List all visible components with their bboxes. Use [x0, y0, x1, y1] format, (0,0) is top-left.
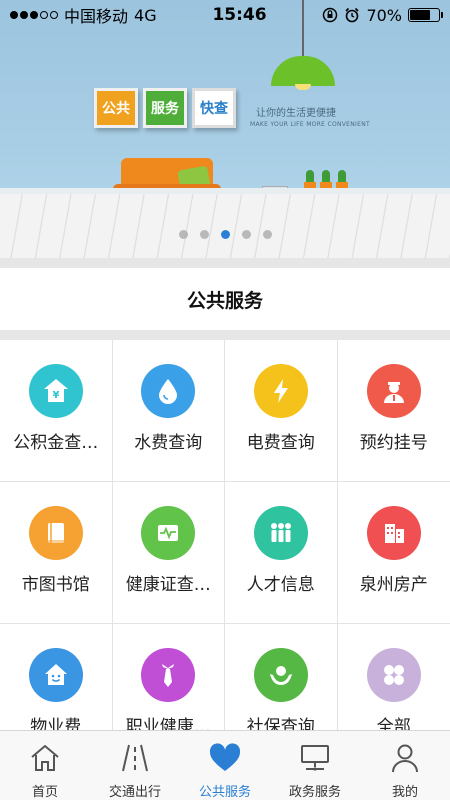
battery-percent: 70% [366, 5, 402, 25]
water-drop-icon [141, 364, 196, 418]
health-certificate-icon [141, 506, 196, 560]
banner-slogan: 让你的生活更便捷 [256, 108, 336, 119]
service-item-occupational-health[interactable]: 职业健康… [113, 624, 225, 730]
service-item-all[interactable]: 全部 [338, 624, 450, 730]
section-title: 公共服务 [186, 289, 263, 312]
service-label: 泉州房产 [359, 575, 428, 595]
service-item-talent-info[interactable]: 人才信息 [225, 482, 338, 624]
service-item-housing-fund[interactable]: ¥ 公积金查… [0, 340, 113, 482]
tab-government-service[interactable]: 政务服务 [270, 731, 360, 800]
housing-fund-icon: ¥ [28, 364, 83, 418]
home-icon [31, 744, 59, 771]
svg-text:¥: ¥ [52, 390, 59, 401]
lightning-icon [253, 364, 308, 418]
service-item-appointment[interactable]: 预约挂号 [337, 340, 450, 482]
tab-label: 首页 [31, 785, 58, 800]
carousel-dot[interactable] [178, 230, 188, 239]
carousel-dot[interactable] [241, 230, 251, 239]
carousel-indicator[interactable] [0, 230, 450, 239]
service-item-real-estate[interactable]: 泉州房产 [337, 482, 450, 624]
tab-label: 我的 [391, 785, 418, 800]
banner-tile-quick: 快查 [192, 88, 236, 128]
battery-icon [408, 8, 443, 22]
alarm-icon [345, 7, 360, 23]
status-bar: 中国移动 4G 15:46 70% [0, 0, 450, 30]
bottom-tab-bar: 首页 交通出行 公共服务 政务服务 我的 [0, 730, 450, 800]
book-icon [28, 506, 83, 560]
user-icon [392, 744, 418, 773]
doctor-icon [366, 364, 421, 418]
service-grid: ¥ 公积金查… 水费查询 电费查询 预约挂号 市图书馆 健康证查… 人才信息 泉… [0, 340, 450, 730]
carousel-dot[interactable] [199, 230, 209, 239]
service-item-property-fee[interactable]: 物业费 [0, 624, 113, 730]
tie-icon [141, 648, 196, 702]
banner-slogan-en: MAKE YOUR LIFE MORE CONVENIENT [250, 121, 370, 128]
network-type: 4G [134, 5, 157, 25]
tab-label: 交通出行 [108, 785, 161, 800]
service-item-electric-fee[interactable]: 电费查询 [225, 340, 338, 482]
carousel-dot[interactable] [262, 230, 272, 239]
banner-tile-service: 服务 [143, 88, 187, 128]
service-item-health-cert[interactable]: 健康证查… [112, 482, 225, 624]
tab-mine[interactable]: 我的 [360, 731, 450, 800]
service-label: 水费查询 [134, 433, 203, 453]
divider [0, 258, 450, 268]
divider [0, 330, 450, 340]
service-label: 市图书馆 [21, 575, 90, 595]
social-security-icon [253, 648, 308, 702]
rotation-lock-icon [323, 7, 338, 23]
house-smile-icon [28, 648, 83, 702]
lamp-illustration [271, 56, 335, 90]
tab-public-service[interactable]: 公共服务 [180, 731, 270, 800]
signal-strength-icon [10, 11, 58, 19]
floor-illustration [0, 188, 450, 258]
service-label: 物业费 [30, 717, 82, 730]
carrier-name: 中国移动 [64, 7, 129, 26]
tab-home[interactable]: 首页 [0, 731, 90, 800]
people-icon [253, 506, 308, 560]
banner-tile-public: 公共 [94, 88, 138, 128]
carousel-dot[interactable] [220, 230, 230, 239]
tab-transport[interactable]: 交通出行 [90, 731, 180, 800]
service-label: 电费查询 [246, 433, 315, 453]
service-label: 人才信息 [246, 575, 315, 595]
monitor-icon [301, 745, 329, 771]
banner-carousel[interactable]: 公共 服务 快查 让你的生活更便捷 MAKE YOUR LIFE MORE CO… [0, 0, 450, 258]
service-label: 职业健康… [125, 717, 211, 730]
service-label: 社保查询 [246, 717, 315, 730]
service-item-library[interactable]: 市图书馆 [0, 482, 113, 624]
app-screen: 公共 服务 快查 让你的生活更便捷 MAKE YOUR LIFE MORE CO… [0, 0, 450, 800]
service-label: 全部 [376, 717, 411, 730]
service-label: 健康证查… [125, 575, 211, 595]
service-label: 公积金查… [13, 433, 99, 453]
heart-icon [209, 743, 241, 771]
tab-label: 政务服务 [288, 785, 341, 800]
service-item-water-fee[interactable]: 水费查询 [112, 340, 225, 482]
service-label: 预约挂号 [359, 433, 428, 453]
building-icon [366, 506, 421, 560]
service-item-social-security[interactable]: 社保查询 [225, 624, 338, 730]
tab-label: 公共服务 [198, 785, 251, 800]
all-clover-icon [366, 648, 421, 702]
clock: 15:46 [212, 5, 267, 25]
road-icon [122, 744, 148, 772]
